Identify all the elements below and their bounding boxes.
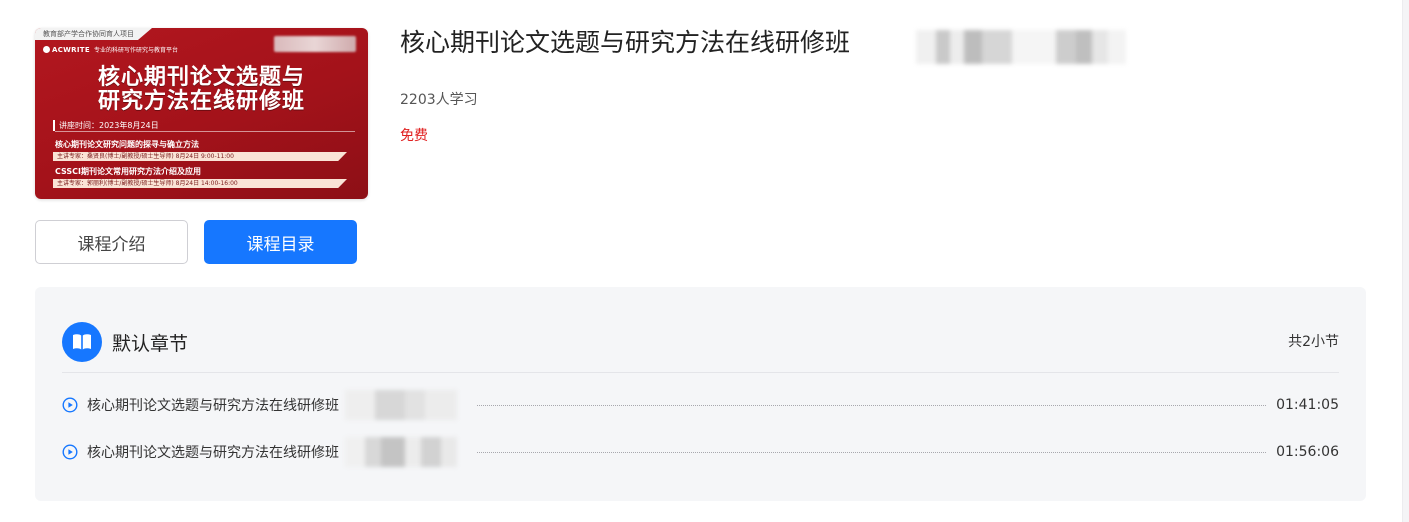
play-circle-icon xyxy=(62,444,78,460)
lesson-item[interactable]: 核心期刊论文选题与研究方法在线研修班 01:41:05 xyxy=(62,390,1339,420)
lesson-count: 共2小节 xyxy=(1288,334,1339,350)
course-price: 免费 xyxy=(400,128,428,144)
play-circle-icon xyxy=(62,397,78,413)
cover-blurred-region xyxy=(274,36,356,52)
cover-title: 核心期刊论文选题与 研究方法在线研修班 xyxy=(35,66,368,114)
lesson-title-blurred-suffix xyxy=(345,390,457,420)
lesson-duration: 01:56:06 xyxy=(1276,444,1339,460)
cover-brand-logo: ACWRITE xyxy=(43,46,90,54)
course-page: 教育部产学合作协同育人项目 ACWRITE 专业的科研写作研究与教育平台 核心期… xyxy=(0,0,1409,522)
cover-date: 讲座时间：2023年8月24日 xyxy=(53,120,355,132)
divider xyxy=(62,372,1339,373)
cover-project-tab: 教育部产学合作协同育人项目 xyxy=(35,28,152,40)
scrollbar[interactable] xyxy=(1402,0,1409,522)
dotted-leader xyxy=(477,451,1267,453)
chapter-title: 默认章节 xyxy=(112,332,189,355)
cover-topic-1: 核心期刊论文研究问题的探寻与确立方法 xyxy=(55,140,199,149)
chapter-header: 默认章节 xyxy=(62,322,188,362)
chapter-panel: 默认章节 共2小节 核心期刊论文选题与研究方法在线研修班 01:41:05 核心… xyxy=(35,287,1366,501)
dotted-leader xyxy=(477,404,1267,406)
tab-course-catalog[interactable]: 课程目录 xyxy=(204,220,357,264)
cover-title-line2: 研究方法在线研修班 xyxy=(97,89,305,114)
tab-course-intro[interactable]: 课程介绍 xyxy=(35,220,188,264)
cover-brand: ACWRITE 专业的科研写作研究与教育平台 xyxy=(43,45,178,55)
lesson-title: 核心期刊论文选题与研究方法在线研修班 xyxy=(87,398,339,414)
lesson-item[interactable]: 核心期刊论文选题与研究方法在线研修班 01:56:06 xyxy=(62,437,1339,467)
cover-brand-slogan: 专业的科研写作研究与教育平台 xyxy=(93,47,178,54)
cover-speaker-2: 主讲专家：郭丽利(博士/副教授/硕士生导师) 8月24日 14:00-16:00 xyxy=(53,179,347,188)
course-cover-image: 教育部产学合作协同育人项目 ACWRITE 专业的科研写作研究与教育平台 核心期… xyxy=(35,28,368,199)
cover-speaker-1: 主讲专家：桑贤良(博士/副教授/硕士生导师) 8月24日 9:00-11:00 xyxy=(53,152,347,161)
lesson-title: 核心期刊论文选题与研究方法在线研修班 xyxy=(87,445,339,461)
cover-topic-2: CSSCI期刊论文常用研究方法介绍及应用 xyxy=(55,167,202,176)
course-title: 核心期刊论文选题与研究方法在线研修班 xyxy=(400,28,851,57)
lesson-title-blurred-suffix xyxy=(345,437,457,467)
book-icon xyxy=(62,322,102,362)
learner-count: 2203人学习 xyxy=(400,92,478,108)
title-blurred-suffix xyxy=(916,30,1126,64)
lesson-duration: 01:41:05 xyxy=(1276,397,1339,413)
cover-title-line1: 核心期刊论文选题与 xyxy=(97,65,305,90)
